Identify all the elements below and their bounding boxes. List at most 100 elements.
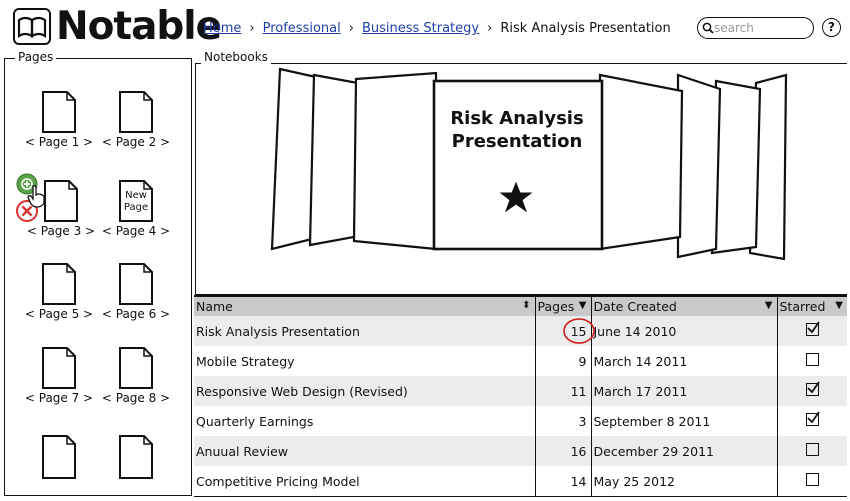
cell-name: Competitive Pricing Model (194, 466, 536, 496)
column-header-starred[interactable]: Starred ▼ (777, 297, 847, 316)
starred-checkbox[interactable] (805, 321, 820, 336)
page-thumb-10[interactable] (96, 434, 176, 480)
table-row[interactable]: Risk Analysis Presentation 15 June 14 20… (194, 316, 847, 346)
column-label: Name (196, 299, 233, 314)
cell-name: Anuual Review (194, 436, 536, 466)
cell-pages: 9 (535, 346, 592, 376)
page-thumb-9[interactable] (19, 434, 99, 480)
chevron-right-icon: › (487, 21, 493, 36)
notebook-cover[interactable] (598, 73, 684, 251)
star-icon (499, 181, 533, 213)
starred-checkbox[interactable] (805, 381, 820, 396)
page-label: < Page 6 > (101, 307, 171, 321)
breadcrumb-current: Risk Analysis Presentation (500, 21, 671, 36)
cell-date: March 17 2011 (591, 376, 778, 406)
column-header-pages[interactable]: Pages ▼ (535, 297, 592, 316)
page-label: < Page 3 > (26, 224, 96, 238)
page-label: < Page 4 > (101, 224, 171, 238)
chevron-right-icon: › (249, 21, 255, 36)
search-icon (702, 22, 714, 34)
notebook-cover[interactable] (676, 73, 722, 259)
featured-notebook-title: Risk Analysis Presentation (450, 108, 584, 152)
page-thumb-6[interactable]: < Page 6 > (96, 262, 176, 321)
pages-value: 15 (570, 323, 587, 339)
search-input[interactable] (714, 19, 806, 37)
page-thumb-5[interactable]: < Page 5 > (19, 262, 99, 321)
book-icon (13, 8, 51, 45)
page-icon (119, 91, 153, 133)
column-label: Starred (779, 299, 826, 314)
page-label: < Page 2 > (101, 135, 171, 149)
notebook-cover[interactable] (352, 71, 438, 251)
page-icon (119, 263, 153, 305)
cell-pages: 3 (535, 406, 592, 436)
cell-starred (777, 316, 847, 346)
new-page-text: New Page (123, 190, 149, 213)
cell-date: December 29 2011 (591, 436, 778, 466)
page-thumb-2[interactable]: < Page 2 > (96, 90, 176, 149)
dropdown-arrow-icon[interactable]: ▼ (835, 300, 843, 311)
cell-name: Risk Analysis Presentation (194, 316, 536, 346)
table-row[interactable]: Responsive Web Design (Revised) 11 March… (194, 376, 847, 406)
cell-pages: 16 (535, 436, 592, 466)
new-page-icon: New Page (118, 179, 154, 223)
cell-starred (777, 436, 847, 466)
notebook-carousel[interactable] (266, 63, 826, 263)
cell-date: June 14 2010 (591, 316, 778, 346)
breadcrumb-business-strategy[interactable]: Business Strategy (362, 21, 479, 36)
column-header-date[interactable]: Date Created ▼ (591, 297, 778, 316)
breadcrumb-professional[interactable]: Professional (263, 21, 341, 36)
pages-panel-title: Pages (15, 50, 57, 64)
page-icon (42, 91, 76, 133)
cell-pages: 14 (535, 466, 592, 496)
cell-pages: 15 (535, 316, 595, 346)
column-label: Date Created (593, 299, 677, 314)
cell-pages: 11 (535, 376, 592, 406)
table-row[interactable]: Anuual Review 16 December 29 2011 (194, 436, 847, 466)
page-label: < Page 7 > (24, 391, 94, 405)
notebook-cover[interactable] (270, 67, 318, 251)
starred-checkbox[interactable] (805, 353, 819, 366)
app-logo: Notable (56, 4, 222, 49)
column-label: Pages (537, 299, 575, 314)
page-thumb-7[interactable]: < Page 7 > (19, 346, 99, 405)
page-icon (119, 435, 153, 479)
page-thumb-4[interactable]: New Page < Page 4 > (96, 179, 176, 238)
hand-cursor-icon (27, 185, 45, 208)
starred-checkbox[interactable] (805, 473, 819, 486)
dropdown-arrow-icon[interactable]: ▼ (765, 300, 773, 311)
starred-checkbox[interactable] (805, 411, 820, 426)
cell-name: Mobile Strategy (194, 346, 536, 376)
table-row[interactable]: Quarterly Earnings 3 September 8 2011 (194, 406, 847, 436)
cell-name: Quarterly Earnings (194, 406, 536, 436)
table-row[interactable]: Mobile Strategy 9 March 14 2011 (194, 346, 847, 376)
breadcrumb: Home › Professional › Business Strategy … (203, 21, 671, 36)
page-icon (42, 435, 76, 479)
cell-starred (777, 376, 847, 406)
notebooks-table: Name ⬍ Pages ▼ Date Created ▼ Starred ▼ Risk… (194, 295, 847, 497)
page-thumb-8[interactable]: < Page 8 > (96, 346, 176, 405)
column-header-name[interactable]: Name ⬍ (194, 297, 536, 316)
cell-starred (777, 466, 847, 496)
dropdown-arrow-icon[interactable]: ▼ (579, 300, 587, 311)
cell-starred (777, 406, 847, 436)
cell-starred (777, 346, 847, 376)
notebook-cover[interactable] (308, 73, 360, 247)
cell-date: May 25 2012 (591, 466, 778, 496)
page-icon (44, 180, 78, 222)
page-icon (119, 347, 153, 389)
cell-date: September 8 2011 (591, 406, 778, 436)
help-icon[interactable]: ? (822, 18, 841, 37)
page-label: < Page 1 > (24, 135, 94, 149)
sort-icon[interactable]: ⬍ (522, 300, 530, 311)
page-thumb-1[interactable]: < Page 1 > (19, 90, 99, 149)
table-row[interactable]: Competitive Pricing Model 14 May 25 2012 (194, 466, 847, 496)
page-label: < Page 5 > (24, 307, 94, 321)
breadcrumb-home[interactable]: Home (203, 21, 241, 36)
page-icon (42, 347, 76, 389)
cell-date: March 14 2011 (591, 346, 778, 376)
page-icon (42, 263, 76, 305)
page-label: < Page 8 > (101, 391, 171, 405)
chevron-right-icon: › (348, 21, 354, 36)
starred-checkbox[interactable] (805, 443, 819, 456)
